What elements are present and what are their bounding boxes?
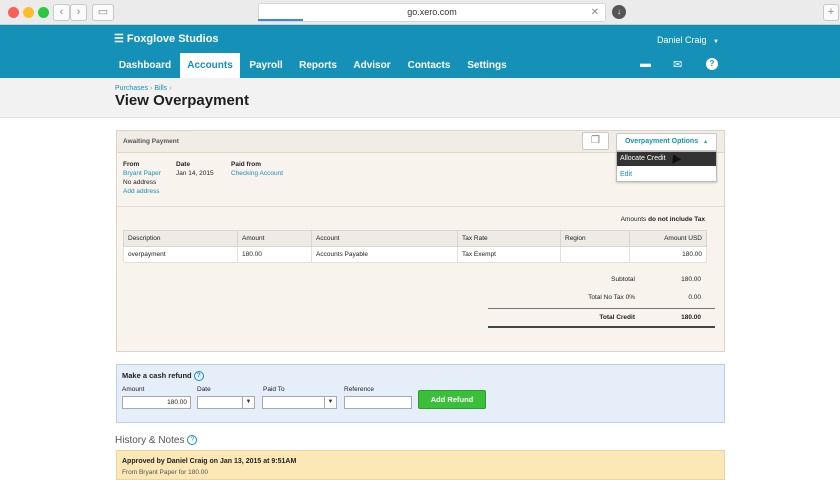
- column-header: Amount: [237, 230, 312, 247]
- refund-date-label: Date: [197, 386, 211, 393]
- add-refund-button[interactable]: Add Refund: [418, 390, 486, 409]
- refund-title-row: Make a cash refund ?: [122, 371, 204, 382]
- mail-icon[interactable]: ✉: [673, 58, 682, 71]
- total-credit-value: 180.00: [681, 314, 701, 321]
- breadcrumb-separator: ›: [169, 85, 172, 92]
- tab-settings[interactable]: Settings: [462, 53, 512, 78]
- column-header: Description: [123, 230, 238, 247]
- forward-icon[interactable]: ›: [70, 4, 87, 21]
- cell-tax-rate: Tax Exempt: [457, 246, 561, 263]
- history-note: Approved by Daniel Craig on Jan 13, 2015…: [116, 450, 725, 480]
- total-credit-label: Total Credit: [599, 314, 635, 321]
- page-title: View Overpayment: [115, 92, 249, 109]
- user-name: Daniel Craig: [657, 35, 707, 45]
- folder-icon[interactable]: ▬: [640, 58, 651, 70]
- cell-account: Accounts Payable: [311, 246, 458, 263]
- column-header: Region: [560, 230, 630, 247]
- panel-divider: [117, 206, 724, 207]
- minimize-window-button[interactable]: [23, 7, 34, 18]
- column-header: Amount USD: [629, 230, 707, 247]
- date-value: Jan 14, 2015: [176, 170, 214, 177]
- breadcrumb-bills[interactable]: Bills: [154, 85, 167, 92]
- refund-paid-to-select[interactable]: ▼: [262, 396, 337, 409]
- no-address-text: No address: [123, 179, 157, 186]
- tab-advisor[interactable]: Advisor: [349, 53, 395, 78]
- cell-region: [560, 246, 630, 263]
- tab-accounts[interactable]: Accounts: [180, 53, 240, 78]
- overpayment-options-button[interactable]: Overpayment Options ▲: [616, 133, 717, 151]
- browser-toolbar: ‹ › ▭ go.xero.com ✕ ↓ +: [0, 0, 840, 25]
- amounts-tax-note: Amounts do not include Tax: [587, 216, 705, 223]
- help-icon[interactable]: ?: [187, 435, 198, 446]
- refund-paid-to-label: Paid To: [263, 386, 285, 393]
- total-divider-top: [488, 308, 715, 309]
- breadcrumb-purchases[interactable]: Purchases: [115, 85, 148, 92]
- url-text: go.xero.com: [407, 7, 457, 17]
- new-tab-icon[interactable]: +: [823, 4, 839, 21]
- app-header: ☰ Foxglove Studios Daniel Craig ▼ Dashboa…: [0, 25, 840, 78]
- tax-total-value: 0.00: [688, 294, 701, 301]
- subtotal-value: 180.00: [681, 276, 701, 283]
- cell-amount-usd: 180.00: [629, 246, 707, 263]
- date-label: Date: [176, 161, 191, 168]
- page-load-progress: [258, 19, 303, 21]
- refund-reference-label: Reference: [344, 386, 374, 393]
- org-name: Foxglove Studios: [126, 33, 219, 45]
- tab-reports[interactable]: Reports: [295, 53, 341, 78]
- cell-description: overpayment: [123, 246, 238, 263]
- amounts-suffix: do not include Tax: [648, 216, 705, 223]
- subtotal-label: Subtotal: [611, 276, 635, 283]
- refund-title: Make a cash refund: [122, 371, 192, 380]
- amounts-prefix: Amounts: [620, 216, 647, 223]
- column-header: Account: [311, 230, 458, 247]
- refund-reference-input[interactable]: [344, 396, 412, 409]
- paid-from-label: Paid from: [231, 161, 261, 168]
- history-title: History & Notes: [115, 435, 185, 446]
- table-row: overpayment 180.00 Accounts Payable Tax …: [123, 246, 707, 263]
- history-notes-heading: History & Notes ?: [115, 435, 198, 446]
- add-address-link[interactable]: Add address: [123, 188, 160, 195]
- from-contact-link[interactable]: Bryant Paper: [123, 170, 161, 177]
- chevron-down-icon: ▼: [713, 39, 719, 45]
- cell-amount: 180.00: [237, 246, 312, 263]
- menu-item-allocate-credit[interactable]: Allocate Credit: [617, 152, 716, 166]
- maximize-window-button[interactable]: [38, 7, 49, 18]
- note-title: Approved by Daniel Craig on Jan 13, 2015…: [122, 458, 297, 465]
- menu-item-edit[interactable]: Edit: [617, 168, 716, 182]
- from-label: From: [123, 161, 140, 168]
- paid-from-link[interactable]: Checking Account: [231, 170, 283, 177]
- address-bar[interactable]: go.xero.com ✕: [258, 3, 606, 22]
- user-menu[interactable]: Daniel Craig ▼: [657, 35, 719, 45]
- org-switcher[interactable]: ☰ Foxglove Studios: [114, 32, 219, 45]
- line-items-table: Description Amount Account Tax Rate Regi…: [123, 230, 707, 263]
- total-divider-bottom: [488, 326, 715, 328]
- org-menu-icon: ☰: [114, 33, 124, 45]
- overpayment-options-label: Overpayment Options: [624, 138, 699, 145]
- status-label: Awaiting Payment: [123, 138, 179, 145]
- sidebar-icon[interactable]: ▭: [92, 4, 114, 21]
- refund-amount-value: 180.00: [167, 399, 187, 406]
- help-icon[interactable]: ?: [193, 371, 204, 382]
- tax-total-label: Total No Tax 0%: [588, 294, 635, 301]
- back-icon[interactable]: ‹: [53, 4, 70, 21]
- tab-payroll[interactable]: Payroll: [243, 53, 289, 78]
- download-icon[interactable]: ↓: [612, 5, 626, 19]
- tab-contacts[interactable]: Contacts: [402, 53, 456, 78]
- stop-icon[interactable]: ✕: [591, 4, 599, 21]
- chevron-down-icon: ▼: [242, 397, 254, 408]
- column-header: Tax Rate: [457, 230, 561, 247]
- breadcrumb-separator: ›: [150, 85, 153, 92]
- table-header-row: Description Amount Account Tax Rate Regi…: [123, 230, 707, 247]
- breadcrumb: Purchases › Bills ›: [115, 85, 171, 92]
- overpayment-options-menu: Allocate Credit Edit: [616, 151, 717, 182]
- chevron-down-icon: ▼: [324, 397, 336, 408]
- help-icon[interactable]: ?: [706, 58, 718, 70]
- chevron-up-icon: ▲: [703, 139, 709, 145]
- tab-dashboard[interactable]: Dashboard: [112, 53, 178, 78]
- refund-amount-label: Amount: [122, 386, 145, 393]
- copy-icon[interactable]: ❐: [582, 132, 609, 150]
- refund-date-select[interactable]: ▼: [197, 396, 255, 409]
- refund-amount-input[interactable]: 180.00: [122, 396, 191, 409]
- close-window-button[interactable]: [8, 7, 19, 18]
